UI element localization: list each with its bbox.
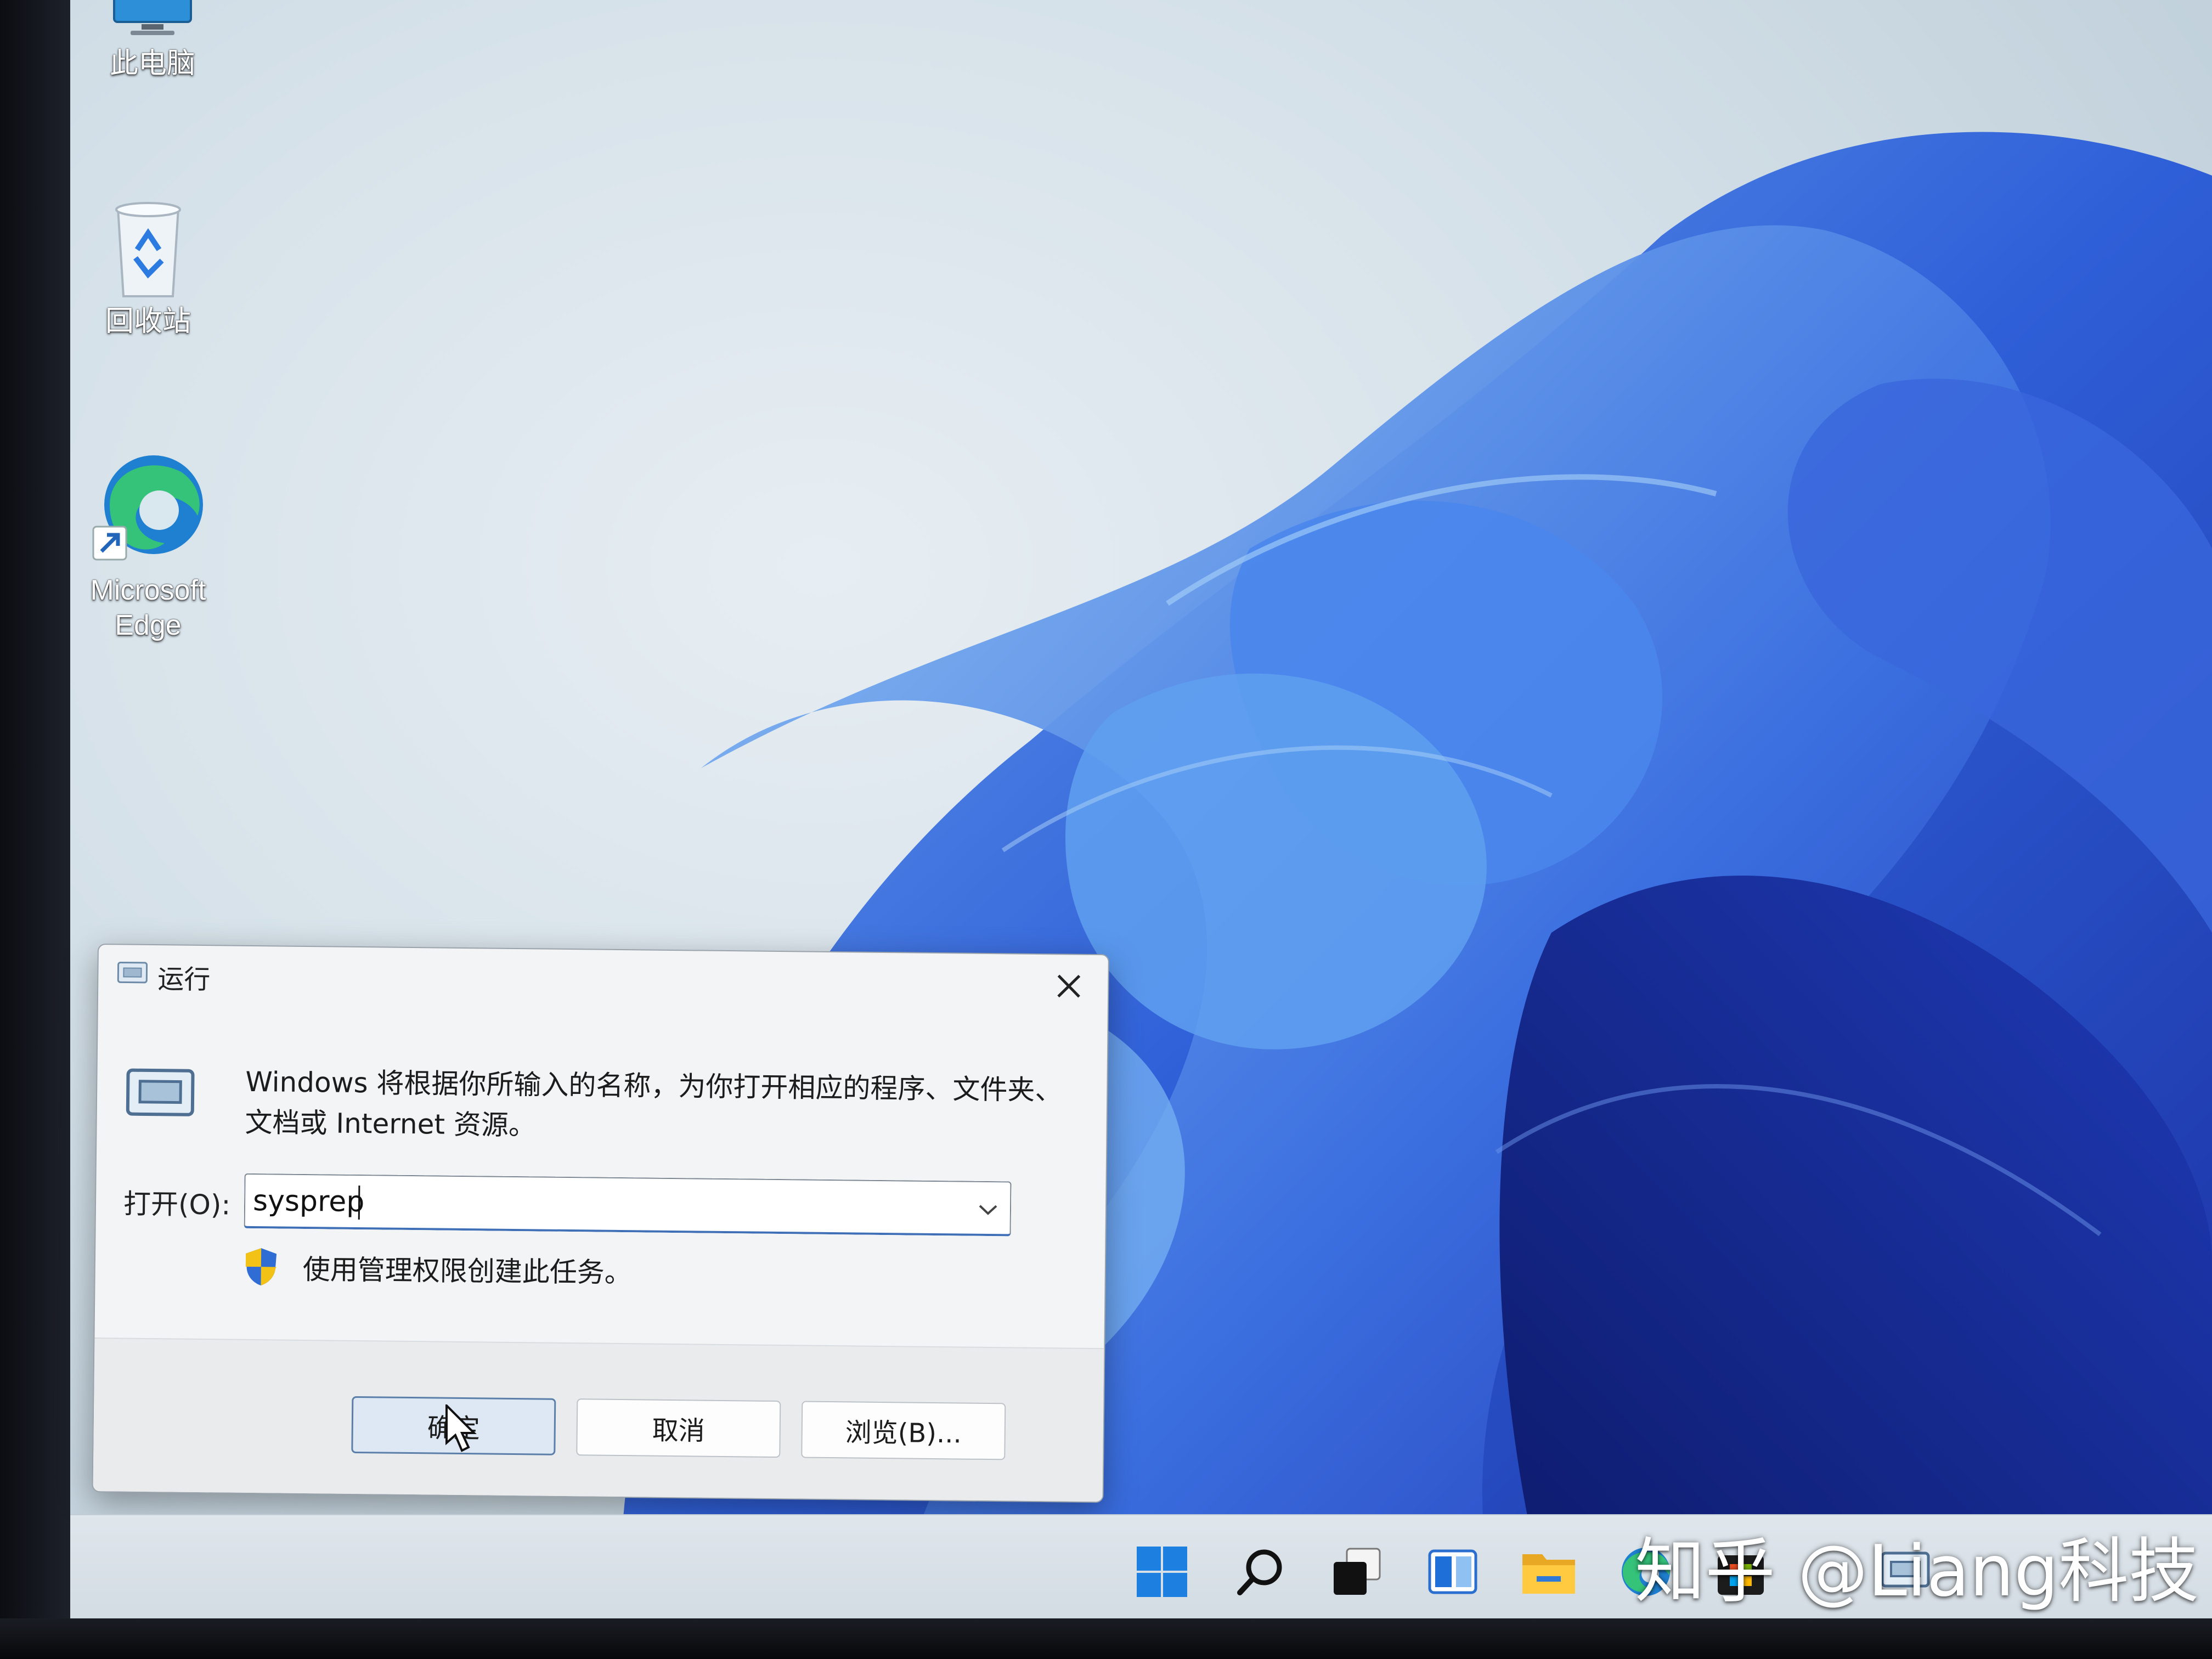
monitor-bezel-left (0, 0, 70, 1659)
edge-icon (92, 455, 203, 561)
desktop-icon-recycle-bin[interactable]: 回收站 (66, 198, 230, 339)
mouse-pointer-icon (445, 1404, 477, 1452)
admin-note-row: 使用管理权限创建此任务。 (243, 1245, 632, 1293)
run-program-icon (126, 1068, 195, 1116)
recycle-bin-icon (115, 202, 181, 297)
desktop-icon-edge[interactable]: Microsoft Edge (66, 450, 230, 643)
dialog-title: 运行 (157, 964, 211, 996)
browse-button[interactable]: 浏览(B)... (801, 1401, 1006, 1460)
taskbar-task-view-button[interactable] (1327, 1542, 1387, 1602)
windows-start-icon (1137, 1547, 1187, 1597)
dropdown-button[interactable] (976, 1198, 1000, 1222)
open-input[interactable] (252, 1182, 939, 1227)
run-app-icon (117, 961, 148, 984)
open-label: 打开(O): (123, 1188, 231, 1221)
admin-note: 使用管理权限创建此任务。 (302, 1253, 633, 1289)
task-view-icon (1334, 1548, 1381, 1595)
taskbar-widgets-button[interactable] (1423, 1542, 1483, 1602)
desktop-icon-label: Microsoft Edge (90, 574, 206, 641)
widgets-icon (1428, 1549, 1477, 1594)
search-icon (1237, 1549, 1282, 1595)
monitor-bezel-bottom (0, 1618, 2212, 1659)
desktop-icon-this-pc[interactable]: 此电脑 (70, 0, 235, 81)
taskbar-start-button[interactable] (1132, 1542, 1192, 1602)
cancel-button[interactable]: 取消 (576, 1398, 781, 1458)
run-dialog: 运行 Windows 将根据你所输入的名称，为你打开相应的程序、文件夹、文档或 … (92, 944, 1109, 1503)
watermark: 知乎 @Liang科技 (1635, 1531, 2199, 1612)
taskbar-search-button[interactable] (1231, 1542, 1291, 1602)
chevron-down-icon (979, 1205, 997, 1215)
uac-shield-icon (245, 1248, 277, 1286)
dialog-footer: 确定 取消 浏览(B)... (93, 1337, 1104, 1503)
file-explorer-icon (1522, 1554, 1575, 1594)
desktop-icon-label: 此电脑 (109, 48, 195, 80)
computer-icon (113, 0, 192, 35)
close-button[interactable] (1049, 967, 1088, 1006)
taskbar-file-explorer-button[interactable] (1519, 1542, 1579, 1602)
desktop-icon-label: 回收站 (105, 306, 191, 337)
close-icon (1057, 974, 1081, 998)
dialog-titlebar[interactable]: 运行 (98, 945, 1108, 1010)
open-combobox[interactable] (244, 1173, 1012, 1237)
dialog-description: Windows 将根据你所输入的名称，为你打开相应的程序、文件夹、文档或 Int… (245, 1065, 1063, 1142)
